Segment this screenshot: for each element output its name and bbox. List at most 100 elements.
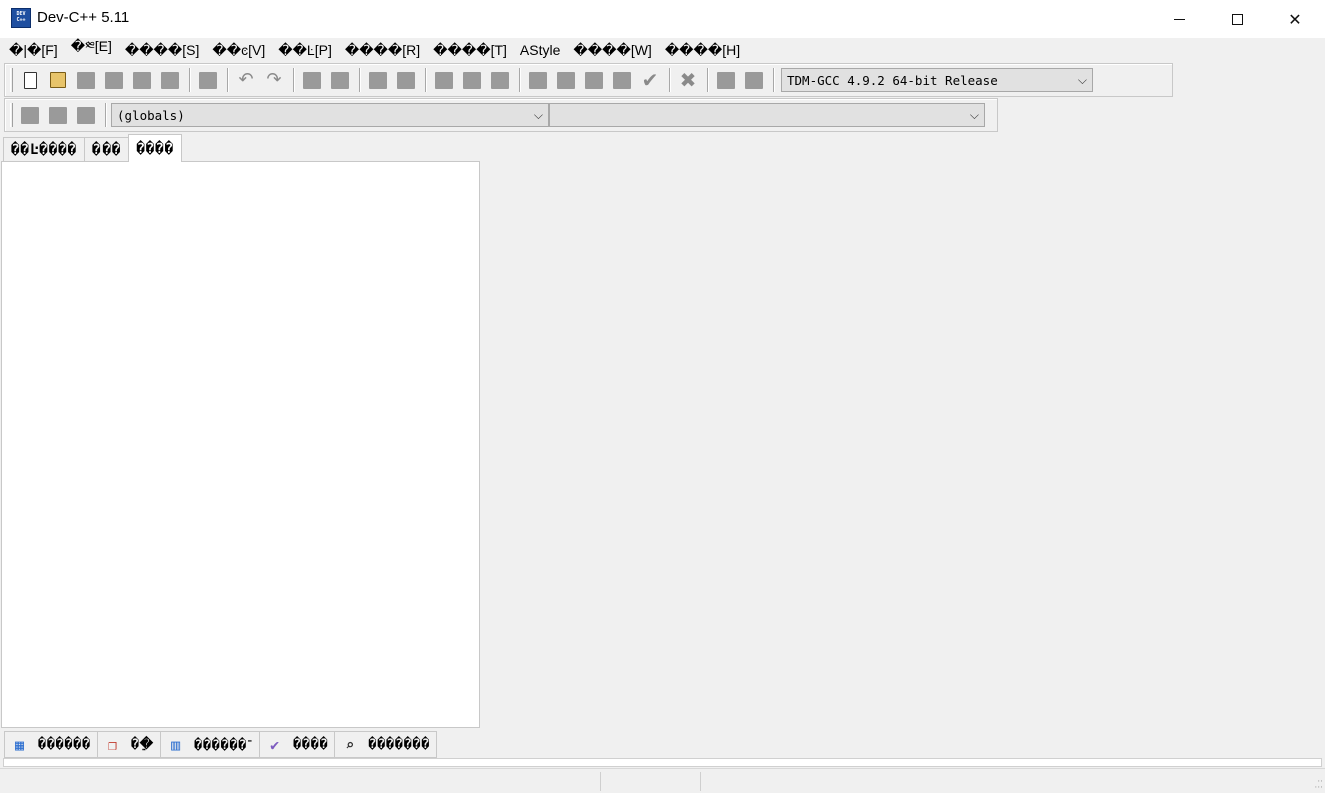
- tab-classes[interactable]: �࡭��: [84, 137, 129, 162]
- find-icon: [303, 72, 321, 89]
- toolbar-separator: [189, 68, 191, 92]
- rebuild-all-button[interactable]: [609, 67, 635, 93]
- chevron-down-icon: ⌵: [970, 108, 979, 123]
- menu-help[interactable]: ����[H]: [659, 42, 745, 59]
- find-button[interactable]: [299, 67, 325, 93]
- compile-button[interactable]: [525, 67, 551, 93]
- scope-select-value: (globals): [117, 108, 185, 123]
- tab-compiler[interactable]: ▦ ������: [4, 731, 98, 758]
- indent-icon: [435, 72, 453, 89]
- goto-line-button[interactable]: [365, 67, 391, 93]
- toggle-bookmark-button[interactable]: [487, 67, 513, 93]
- maximize-button[interactable]: [1208, 0, 1266, 38]
- compiler-select-value: TDM-GCC 4.9.2 64-bit Release: [787, 73, 998, 88]
- save-all-icon: [105, 72, 123, 89]
- left-panel-content: [1, 161, 480, 728]
- tab-compile-log[interactable]: ▥ ������־: [160, 731, 260, 758]
- save-button[interactable]: [73, 67, 99, 93]
- compile-run-button[interactable]: [581, 67, 607, 93]
- insert-button[interactable]: [17, 102, 43, 128]
- syntax-check-button[interactable]: ✔: [637, 67, 663, 93]
- tab-debug-output[interactable]: ✔ ����: [259, 731, 335, 758]
- toolbar-separator: [519, 68, 521, 92]
- toolbar-grip[interactable]: [10, 68, 13, 92]
- check-icon: ✔: [642, 71, 659, 89]
- toolbar-separator: [669, 68, 671, 92]
- toolbar-separator: [359, 68, 361, 92]
- unindent-button[interactable]: [459, 67, 485, 93]
- run-button[interactable]: [553, 67, 579, 93]
- save-all-button[interactable]: [101, 67, 127, 93]
- tab-project[interactable]: ��Ŀ����: [3, 137, 85, 162]
- replace-button[interactable]: [327, 67, 353, 93]
- open-file-button[interactable]: [45, 67, 71, 93]
- run-icon: [557, 72, 575, 89]
- menu-search[interactable]: ����[S]: [119, 42, 205, 59]
- indent-button[interactable]: [431, 67, 457, 93]
- print-button[interactable]: [195, 67, 221, 93]
- delete-profile-button[interactable]: [741, 67, 767, 93]
- resize-grip-icon[interactable]: ·· ···: [1311, 779, 1323, 791]
- close-file-button[interactable]: [129, 67, 155, 93]
- member-select[interactable]: ⌵: [549, 103, 985, 127]
- menu-astyle[interactable]: AStyle: [514, 42, 565, 58]
- redo-button[interactable]: ↷: [261, 67, 287, 93]
- maximize-icon: [1232, 14, 1243, 25]
- bottom-panel-tabs: ▦ ������ ❐ ��ֵ ▥ ������־ ✔ ���� ⌕ ������…: [4, 731, 436, 758]
- toggle-comment-button[interactable]: [45, 102, 71, 128]
- close-button[interactable]: ✕: [1266, 0, 1324, 38]
- minimize-icon: [1174, 19, 1185, 20]
- menu-run[interactable]: ����[R]: [339, 42, 425, 59]
- close-all-icon: [161, 72, 179, 89]
- scope-select[interactable]: (globals) ⌵: [111, 103, 549, 127]
- menu-project[interactable]: ��Ŀ[P]: [272, 42, 337, 59]
- insert-icon: [21, 107, 39, 124]
- delete-profile-icon: [745, 72, 763, 89]
- class-toolbar: (globals) ⌵ ⌵: [4, 98, 998, 132]
- title-bar: DEV C++ Dev-C++ 5.11 ✕: [0, 0, 1325, 38]
- toolbar-separator: [425, 68, 427, 92]
- goto-function-icon: [397, 72, 415, 89]
- stop-execution-button[interactable]: ✖: [675, 67, 701, 93]
- toolbar-grip[interactable]: [10, 103, 13, 127]
- goto-function-button[interactable]: [393, 67, 419, 93]
- tab-label: ������־: [194, 737, 253, 753]
- undo-button[interactable]: ↶: [233, 67, 259, 93]
- toolbar-separator: [105, 103, 107, 127]
- chevron-down-icon: ⌵: [1078, 73, 1087, 88]
- search-results-icon: ⌕: [340, 735, 360, 755]
- profile-button[interactable]: [713, 67, 739, 93]
- comment-icon: [49, 107, 67, 124]
- chevron-down-icon: ⌵: [534, 108, 543, 123]
- menu-bar: �|�[F] �༭[E] ����[S] ��ͼ[V] ��Ŀ[P] ����[…: [0, 39, 1325, 61]
- tab-resources[interactable]: ❐ ��ֵ: [97, 731, 161, 758]
- open-file-icon: [50, 72, 66, 88]
- stop-icon: ✖: [680, 71, 697, 89]
- bottom-panel-scrollbar[interactable]: [3, 758, 1322, 767]
- undo-icon: ↶: [238, 71, 253, 89]
- left-panel-tabs: ��Ŀ���� �࡭�� ����: [3, 134, 181, 162]
- devcpp-logo-icon: DEV C++: [11, 8, 31, 28]
- status-divider: [700, 772, 701, 791]
- close-all-button[interactable]: [157, 67, 183, 93]
- rebuild-all-icon: [613, 72, 631, 89]
- new-file-button[interactable]: [17, 67, 43, 93]
- tab-debug[interactable]: ����: [128, 134, 182, 162]
- compiler-icon: ▦: [10, 735, 30, 755]
- tab-search-results[interactable]: ⌕ �������: [334, 731, 437, 758]
- compiler-select[interactable]: TDM-GCC 4.9.2 64-bit Release ⌵: [781, 68, 1093, 92]
- minimize-button[interactable]: [1150, 0, 1208, 38]
- menu-file[interactable]: �|�[F]: [3, 42, 63, 59]
- compile-run-icon: [585, 72, 603, 89]
- menu-window[interactable]: ����[W]: [567, 42, 656, 59]
- menu-tools[interactable]: ����[T]: [427, 42, 512, 59]
- new-file-icon: [24, 72, 37, 89]
- redo-icon: ↷: [266, 71, 281, 89]
- compile-icon: [529, 72, 547, 89]
- save-icon: [77, 72, 95, 89]
- menu-view[interactable]: ��ͼ[V]: [206, 42, 270, 59]
- new-class-button[interactable]: [73, 102, 99, 128]
- close-file-icon: [133, 72, 151, 89]
- tab-label: ����: [293, 737, 328, 752]
- profile-icon: [717, 72, 735, 89]
